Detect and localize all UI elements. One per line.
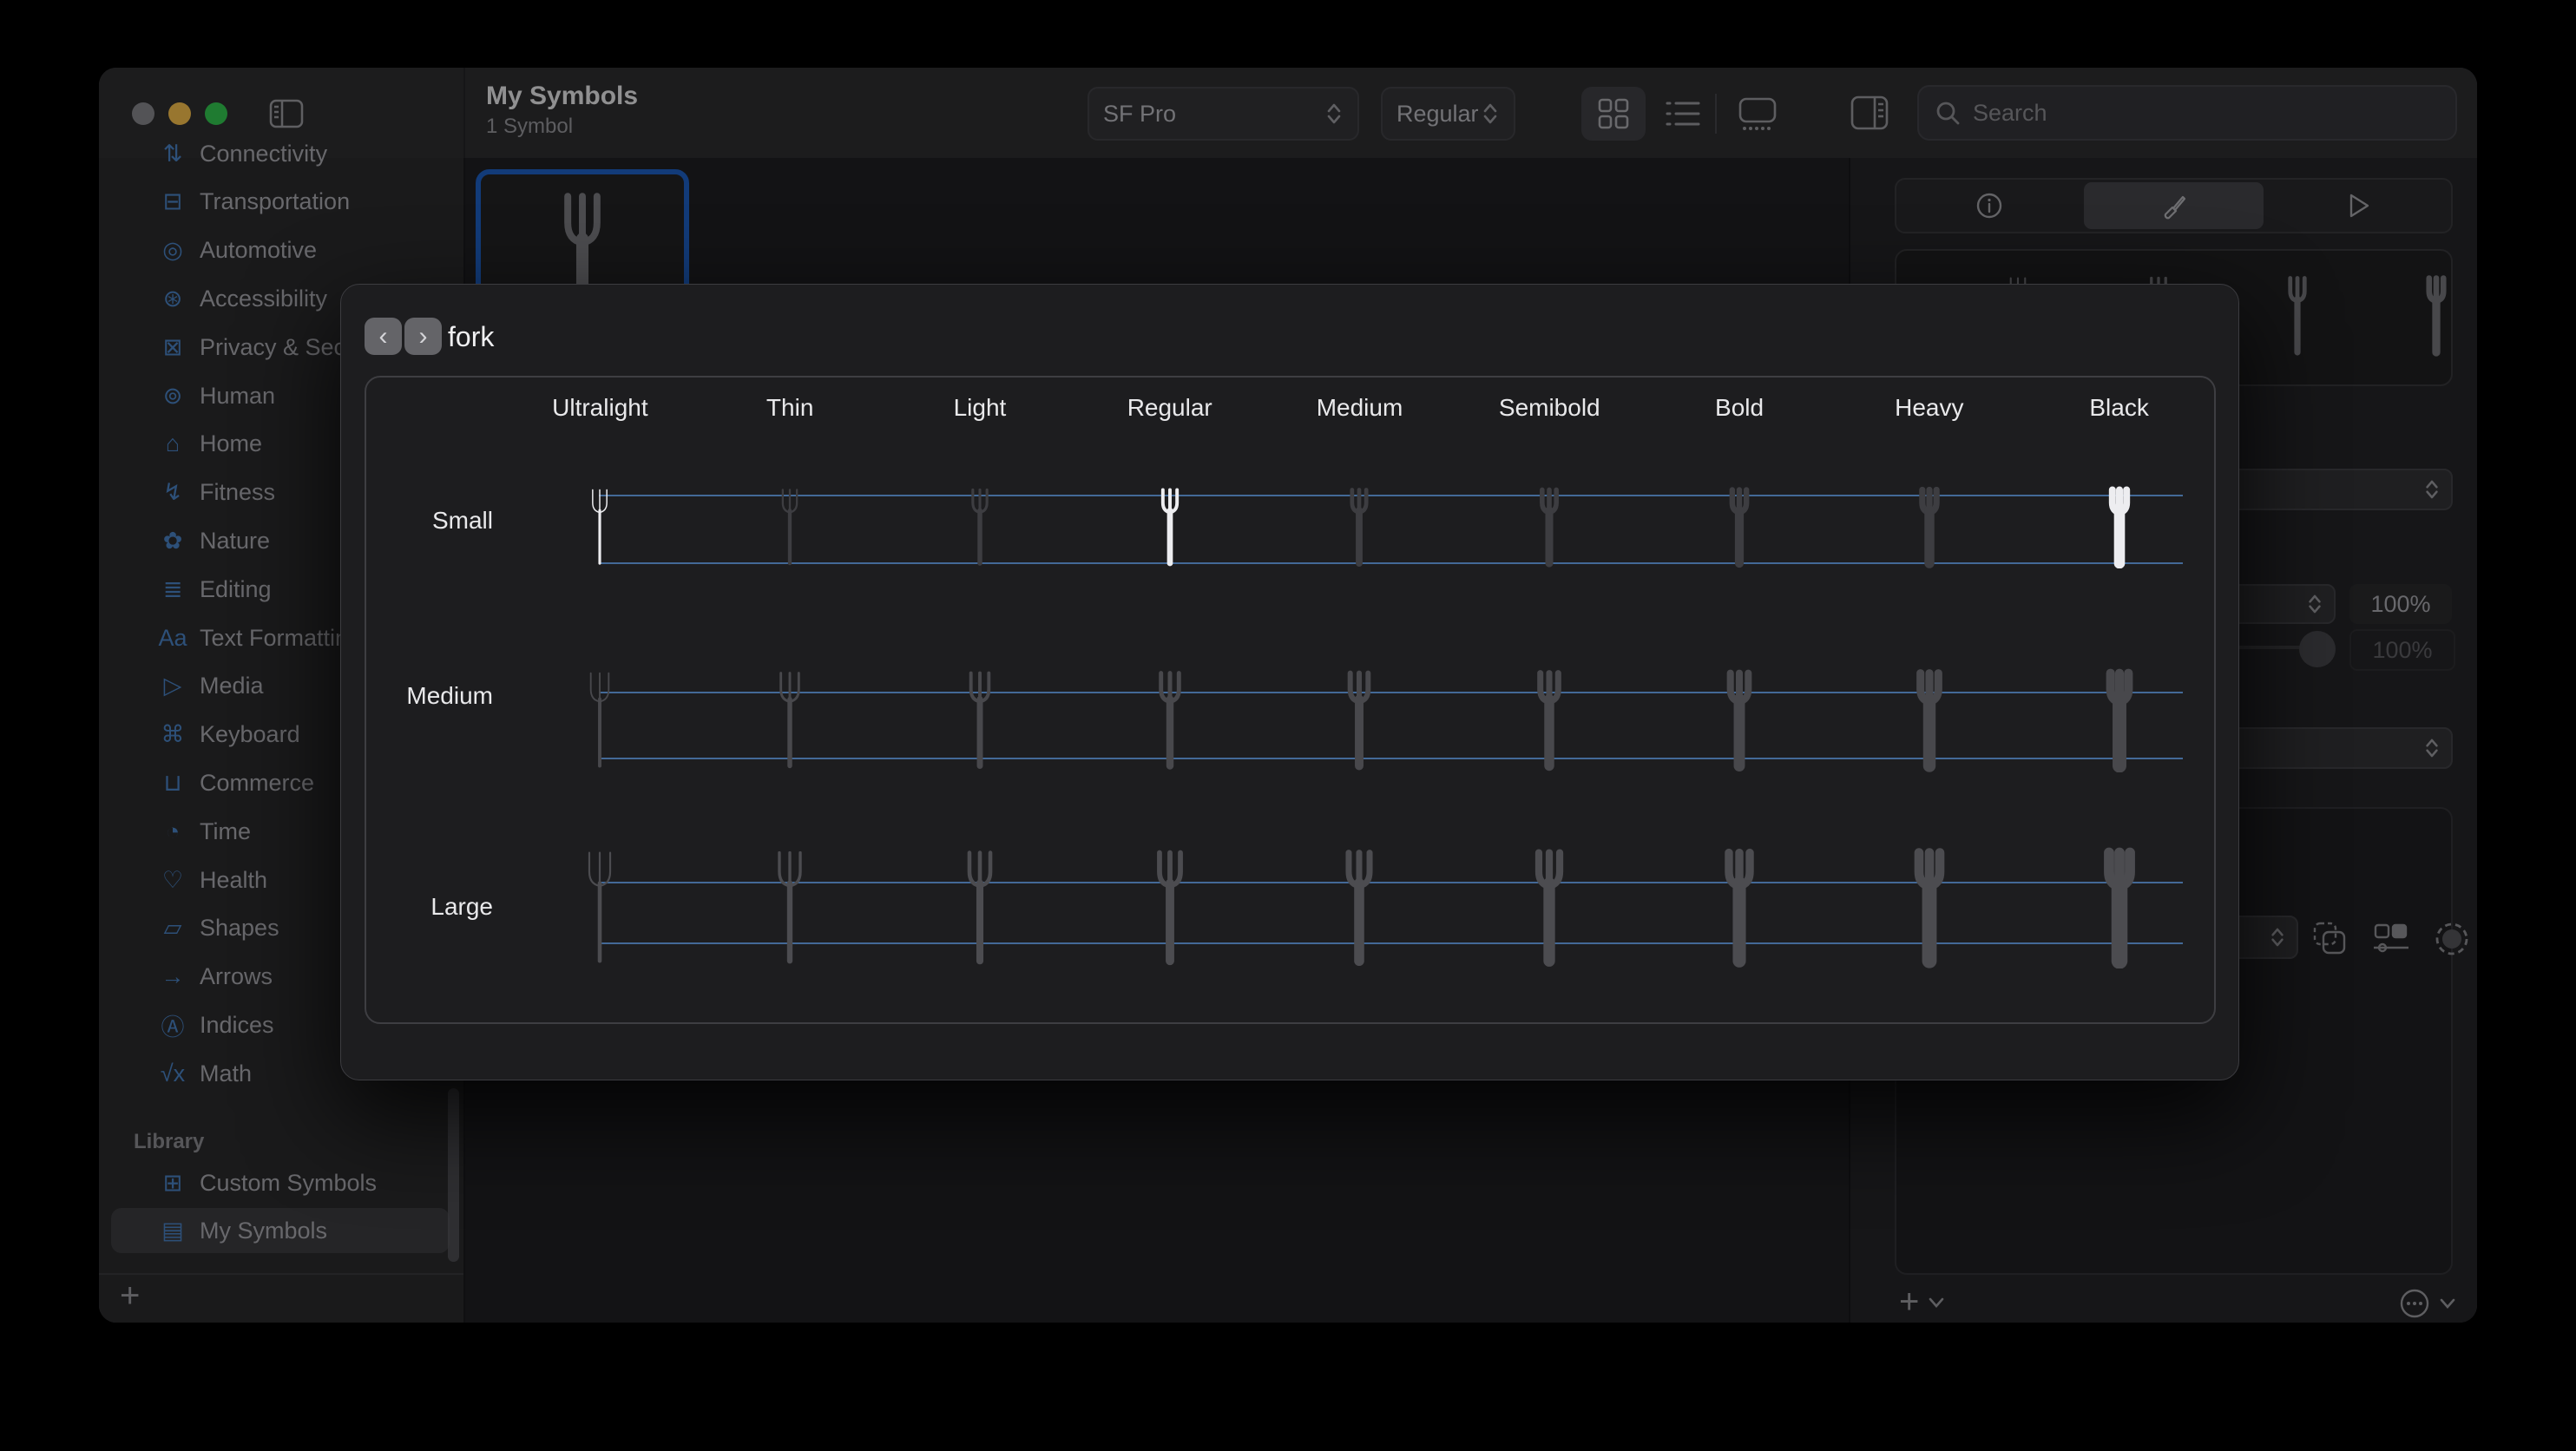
cell-small-thin xyxy=(695,438,885,603)
weight-label-medium: Medium xyxy=(1265,378,1455,438)
fork-glyph xyxy=(1339,668,1379,772)
cell-medium-semibold xyxy=(1455,603,1645,788)
chevron-left-icon: ‹ xyxy=(379,322,388,351)
fork-glyph xyxy=(766,847,813,968)
cell-small-regular xyxy=(1074,438,1265,603)
cell-large-bold xyxy=(1645,788,1835,1026)
fork-glyph xyxy=(1719,668,1759,772)
size-label-large: Large xyxy=(366,788,505,1026)
cell-large-regular xyxy=(1074,788,1265,1026)
weight-label-black: Black xyxy=(2024,378,2214,438)
size-row-medium: Medium xyxy=(366,603,2214,788)
cell-large-black xyxy=(2024,788,2214,1026)
cell-large-semibold xyxy=(1455,788,1645,1026)
cell-small-black xyxy=(2024,438,2214,603)
fork-glyph xyxy=(580,668,620,772)
sf-symbols-window: My Symbols 1 Symbol SF Pro Regular xyxy=(99,68,2477,1323)
fork-glyph xyxy=(1534,486,1565,568)
fork-glyph xyxy=(1154,486,1186,568)
fork-glyph xyxy=(960,668,1000,772)
fork-glyph xyxy=(1914,486,1945,568)
cell-medium-thin xyxy=(695,603,885,788)
cell-large-light xyxy=(885,788,1075,1026)
chevron-right-icon: › xyxy=(419,322,428,351)
weight-label-regular: Regular xyxy=(1074,378,1265,438)
back-button[interactable]: ‹ xyxy=(365,318,402,355)
size-label-small: Small xyxy=(366,438,505,603)
fork-glyph xyxy=(1909,668,1949,772)
cell-medium-medium xyxy=(1265,603,1455,788)
fork-glyph xyxy=(1336,847,1383,968)
size-row-small: Small xyxy=(366,438,2214,603)
weight-size-grid: UltralightThinLightRegularMediumSemibold… xyxy=(365,376,2216,1024)
size-label-medium: Medium xyxy=(366,603,505,788)
cell-medium-ultralight xyxy=(505,603,695,788)
fork-glyph xyxy=(1716,847,1763,968)
weight-label-heavy: Heavy xyxy=(1834,378,2024,438)
forward-button[interactable]: › xyxy=(404,318,442,355)
cell-small-medium xyxy=(1265,438,1455,603)
fork-glyph xyxy=(2100,668,2139,772)
fork-glyph xyxy=(774,486,805,568)
cell-small-heavy xyxy=(1834,438,2024,603)
weight-label-ultralight: Ultralight xyxy=(505,378,695,438)
export-bar: Export for: Xcode 15 ✓ This symbol is co… xyxy=(341,1024,2240,1081)
cell-medium-heavy xyxy=(1834,603,2024,788)
cell-medium-regular xyxy=(1074,603,1265,788)
symbol-name-title: fork xyxy=(448,321,494,353)
fork-glyph xyxy=(1529,668,1569,772)
fork-glyph xyxy=(2104,486,2135,568)
weight-label-thin: Thin xyxy=(695,378,885,438)
fork-glyph xyxy=(2096,847,2143,968)
export-dialog: ‹ › fork UltralightThinLightRegularMediu… xyxy=(340,284,2239,1080)
fork-glyph xyxy=(1724,486,1755,568)
size-rows: SmallMediumLarge xyxy=(366,438,2214,1026)
cell-small-semibold xyxy=(1455,438,1645,603)
fork-glyph xyxy=(1150,668,1190,772)
fork-glyph xyxy=(964,486,996,568)
fork-glyph xyxy=(1344,486,1375,568)
weight-label-light: Light xyxy=(885,378,1075,438)
fork-glyph xyxy=(1906,847,1953,968)
cell-small-ultralight xyxy=(505,438,695,603)
weights-header-row: UltralightThinLightRegularMediumSemibold… xyxy=(366,378,2214,438)
cell-large-thin xyxy=(695,788,885,1026)
fork-glyph xyxy=(1526,847,1573,968)
cell-medium-bold xyxy=(1645,603,1835,788)
weight-label-bold: Bold xyxy=(1645,378,1835,438)
fork-glyph xyxy=(584,486,615,568)
cell-medium-light xyxy=(885,603,1075,788)
cell-large-ultralight xyxy=(505,788,695,1026)
size-row-large: Large xyxy=(366,788,2214,1026)
fork-glyph xyxy=(1147,847,1193,968)
fork-glyph xyxy=(956,847,1003,968)
fork-glyph xyxy=(770,668,810,772)
cell-large-heavy xyxy=(1834,788,2024,1026)
cell-medium-black xyxy=(2024,603,2214,788)
cell-small-bold xyxy=(1645,438,1835,603)
cell-large-medium xyxy=(1265,788,1455,1026)
weight-label-semibold: Semibold xyxy=(1455,378,1645,438)
fork-glyph xyxy=(576,847,623,968)
cell-small-light xyxy=(885,438,1075,603)
